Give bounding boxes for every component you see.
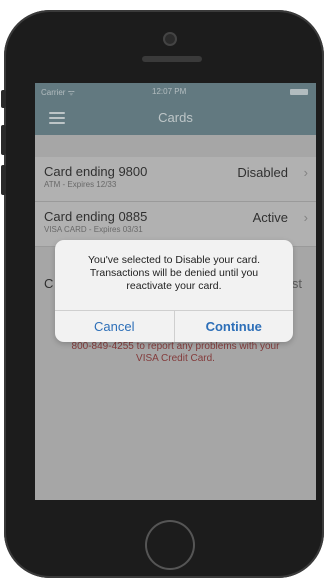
earpiece-speaker <box>142 56 202 62</box>
app-screen: Carrier ᯤ 12:07 PM Cards Card ending 980… <box>35 83 316 500</box>
cancel-button[interactable]: Cancel <box>55 311 174 342</box>
continue-button[interactable]: Continue <box>173 311 294 342</box>
alert-line: Transactions will be denied until you <box>89 267 259 279</box>
alert-button-bar: Cancel Continue <box>55 310 293 342</box>
disable-card-alert: You've selected to Disable your card. Tr… <box>55 240 293 342</box>
alert-line: You've selected to Disable your card. <box>87 254 261 266</box>
mute-switch <box>1 90 6 108</box>
volume-up-button <box>1 125 6 155</box>
alert-message: You've selected to Disable your card. Tr… <box>55 240 293 308</box>
front-camera <box>165 34 175 44</box>
alert-line: reactivate your card. <box>126 280 222 292</box>
home-button[interactable] <box>145 520 195 570</box>
volume-down-button <box>1 165 6 195</box>
